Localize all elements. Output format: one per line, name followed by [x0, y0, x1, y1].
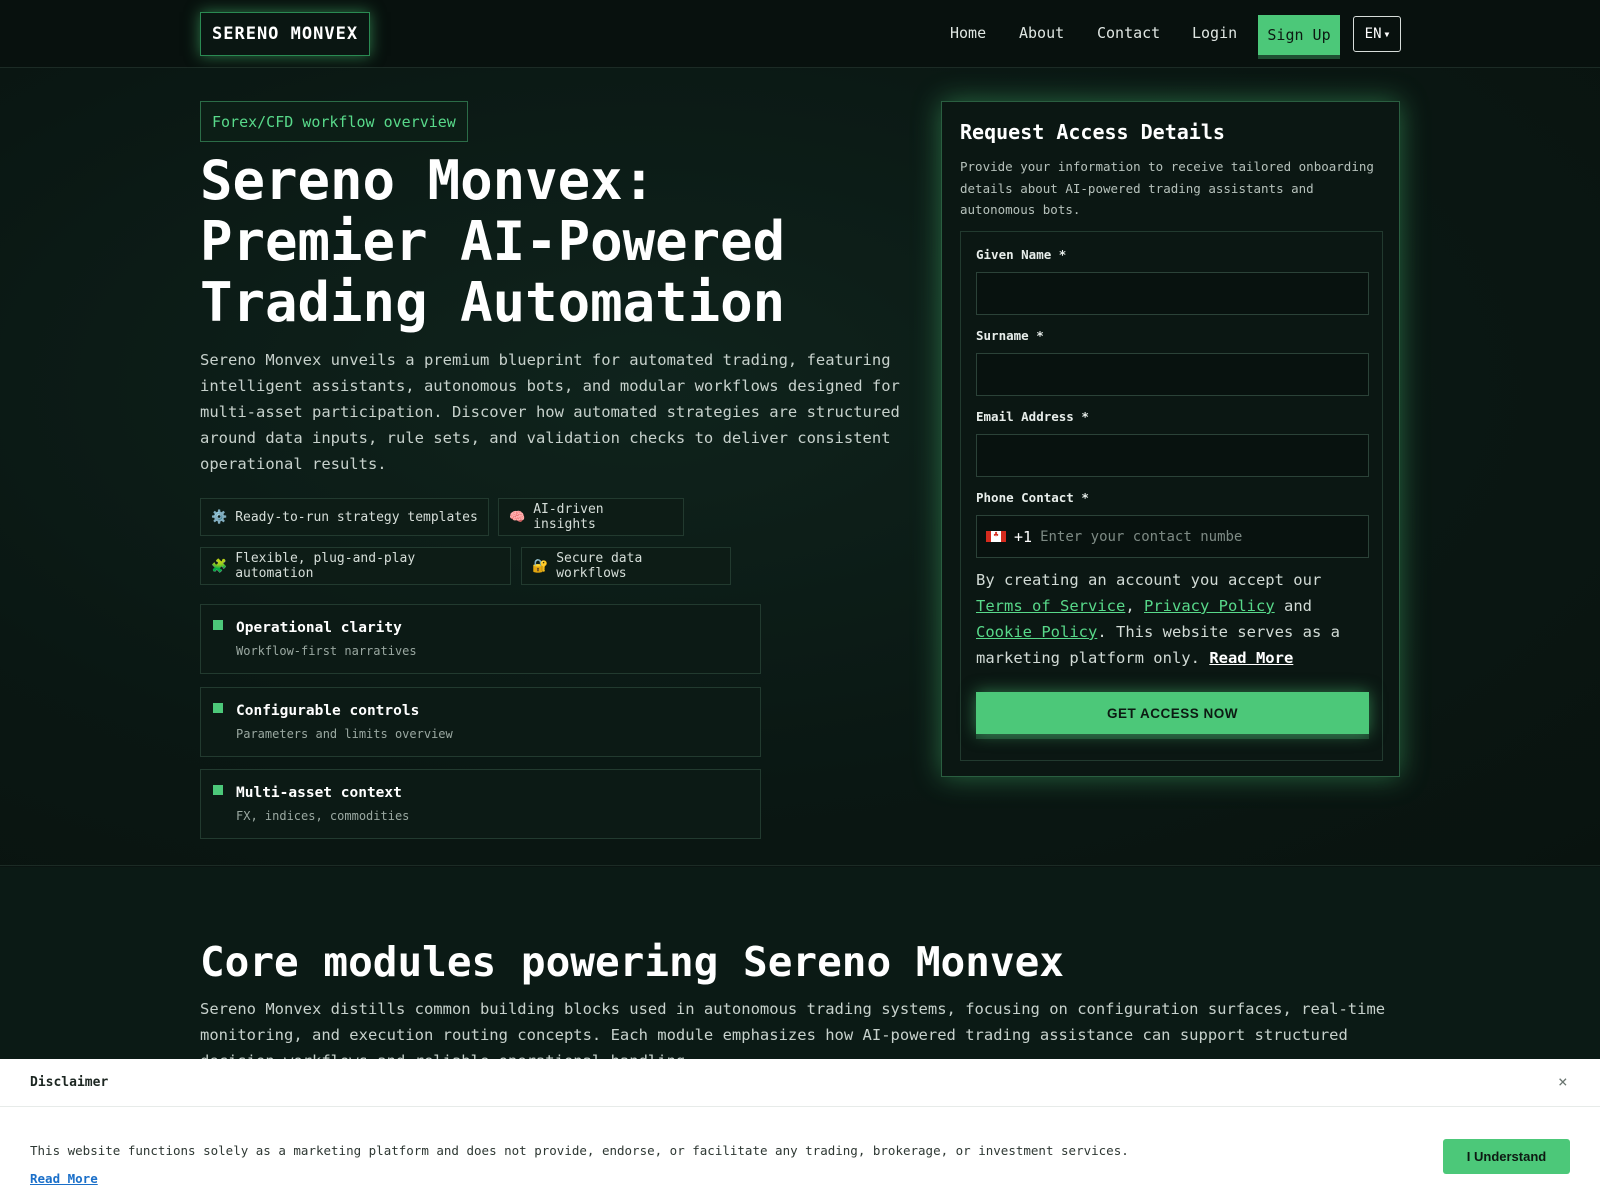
modules-title: Core modules powering Sereno Monvex	[200, 938, 1064, 986]
phone-country-code: +1	[1014, 527, 1033, 546]
disclaimer-header: Disclaimer ×	[0, 1059, 1600, 1107]
chip-plug-and-play: 🧩 Flexible, plug-and-play automation	[200, 547, 511, 585]
brain-icon: 🧠	[509, 509, 526, 525]
signup-button[interactable]: Sign Up	[1258, 15, 1340, 55]
gear-icon: ⚙️	[211, 509, 228, 525]
email-input[interactable]	[976, 434, 1369, 477]
legal-and: and	[1284, 597, 1312, 615]
feature-card: Configurable controls Parameters and lim…	[200, 687, 761, 757]
chip-secure-data: 🔐 Secure data workflows	[521, 547, 731, 585]
given-name-label: Given Name *	[976, 247, 1067, 262]
feature-title: Operational clarity	[236, 620, 402, 636]
disclaimer-read-more-link[interactable]: Read More	[30, 1171, 98, 1186]
feature-card: Multi-asset context FX, indices, commodi…	[200, 769, 761, 839]
phone-label: Phone Contact *	[976, 490, 1089, 505]
legal-prefix: By creating an account you accept our	[976, 571, 1322, 589]
nav-contact-link[interactable]: Contact	[1097, 24, 1160, 42]
feature-subtitle: Workflow-first narratives	[236, 644, 417, 658]
terms-link[interactable]: Terms of Service	[976, 597, 1125, 615]
disclaimer-banner: Disclaimer × This website functions sole…	[0, 1059, 1600, 1200]
form-title: Request Access Details	[960, 120, 1225, 144]
feature-title: Multi-asset context	[236, 785, 402, 801]
chevron-down-icon: ▼	[1384, 29, 1390, 39]
language-label: EN	[1364, 26, 1382, 42]
chip-strategy-templates: ⚙️ Ready-to-run strategy templates	[200, 498, 489, 536]
hero-description: Sereno Monvex unveils a premium blueprin…	[200, 351, 900, 473]
given-name-input[interactable]	[976, 272, 1369, 315]
understand-button[interactable]: I Understand	[1443, 1139, 1570, 1174]
chip-label: AI-driven insights	[533, 502, 604, 532]
nav-login-link[interactable]: Login	[1192, 24, 1237, 42]
square-bullet-icon	[213, 703, 223, 713]
chip-label: Secure data workflows	[556, 551, 643, 581]
email-label: Email Address *	[976, 409, 1089, 424]
chip-ai-insights: 🧠 AI-driven insights	[498, 498, 684, 536]
square-bullet-icon	[213, 785, 223, 795]
legal-comma: ,	[1125, 597, 1135, 615]
nav-home-link[interactable]: Home	[950, 24, 986, 42]
chip-label: Flexible, plug-and-play automation	[235, 551, 416, 581]
nav-about-link[interactable]: About	[1019, 24, 1064, 42]
read-more-link[interactable]: Read More	[1209, 649, 1293, 667]
cookie-link[interactable]: Cookie Policy	[976, 623, 1097, 641]
get-access-button[interactable]: GET ACCESS NOW	[976, 692, 1369, 734]
disclaimer-text: This website functions solely as a marke…	[30, 1143, 1129, 1158]
brand-logo[interactable]: SERENO MONVEX	[200, 12, 371, 56]
square-bullet-icon	[213, 620, 223, 630]
puzzle-icon: 🧩	[211, 558, 228, 574]
feature-title: Configurable controls	[236, 703, 420, 719]
feature-subtitle: FX, indices, commodities	[236, 809, 410, 823]
hero-tag: Forex/CFD workflow overview	[200, 101, 468, 142]
close-icon[interactable]: ×	[1558, 1072, 1568, 1091]
language-selector[interactable]: EN ▼	[1353, 16, 1401, 52]
hero-title: Sereno Monvex: Premier AI-Powered Tradin…	[200, 149, 786, 334]
phone-field[interactable]: ♣ +1	[976, 515, 1369, 558]
site-header: SERENO MONVEX Home About Contact Login S…	[0, 0, 1600, 68]
lock-icon: 🔐	[532, 558, 549, 574]
feature-subtitle: Parameters and limits overview	[236, 727, 453, 741]
signup-form: Given Name * Surname * Email Address * P…	[960, 231, 1383, 761]
legal-notice: By creating an account you accept our Te…	[976, 567, 1371, 671]
feature-card: Operational clarity Workflow-first narra…	[200, 604, 761, 674]
request-access-card: Request Access Details Provide your info…	[941, 101, 1400, 777]
canada-flag-icon[interactable]: ♣	[986, 531, 1006, 542]
surname-label: Surname *	[976, 328, 1044, 343]
phone-input[interactable]	[1040, 528, 1251, 545]
privacy-link[interactable]: Privacy Policy	[1144, 597, 1275, 615]
form-description: Provide your information to receive tail…	[960, 159, 1374, 217]
disclaimer-title: Disclaimer	[30, 1075, 109, 1090]
surname-input[interactable]	[976, 353, 1369, 396]
chip-label: Ready-to-run strategy templates	[235, 509, 478, 525]
